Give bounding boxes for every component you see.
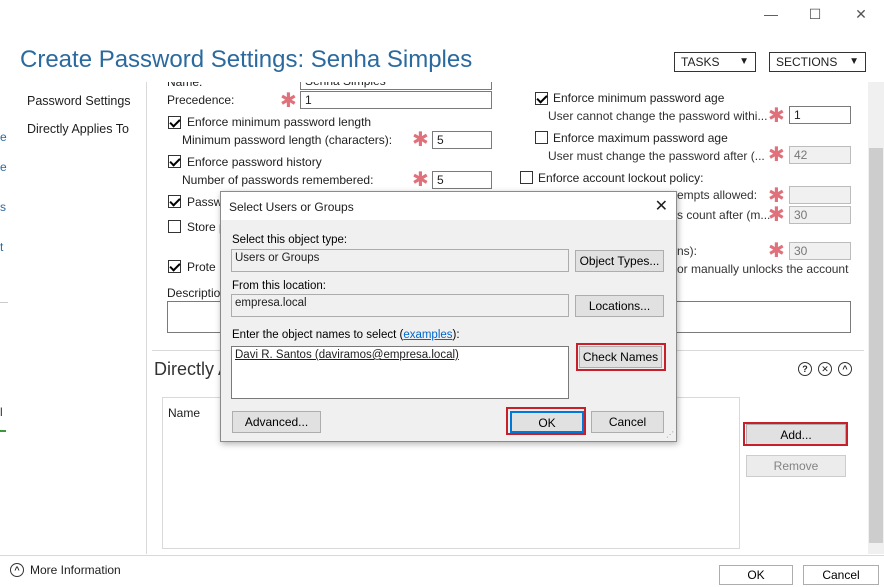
- nav-password-settings[interactable]: Password Settings: [27, 94, 131, 108]
- required-star-icon: ✱: [412, 169, 429, 191]
- complexity-checkbox[interactable]: [168, 195, 181, 208]
- close-icon[interactable]: ✕: [655, 196, 668, 216]
- min-length-field[interactable]: 5: [432, 131, 492, 149]
- lockout-duration-label: ns):: [677, 244, 698, 258]
- background-window-text: t: [0, 240, 4, 254]
- enforce-min-age-label: Enforce minimum password age: [553, 91, 725, 105]
- background-window-text: l: [0, 405, 3, 419]
- sections-dropdown[interactable]: SECTIONS ▼: [769, 52, 866, 72]
- protect-checkbox[interactable]: [168, 260, 181, 273]
- footer-cancel-button[interactable]: Cancel: [803, 565, 879, 585]
- attempts-label: empts allowed:: [677, 188, 758, 202]
- chevron-up-icon[interactable]: ^: [10, 563, 24, 577]
- advanced-button[interactable]: Advanced...: [232, 411, 321, 433]
- maximize-button[interactable]: ☐: [800, 4, 830, 24]
- divider: [0, 302, 8, 303]
- close-section-icon[interactable]: ✕: [818, 362, 832, 376]
- attempts-field[interactable]: [789, 186, 851, 204]
- scrollbar-thumb[interactable]: [869, 148, 883, 543]
- min-age-label: User cannot change the password withi...: [548, 109, 768, 123]
- min-age-field[interactable]: 1: [789, 106, 851, 124]
- protect-label: Prote: [187, 260, 216, 274]
- enforce-history-label: Enforce password history: [187, 155, 322, 169]
- required-star-icon: ✱: [768, 240, 785, 262]
- tasks-dropdown[interactable]: TASKS ▼: [674, 52, 756, 72]
- object-type-label: Select this object type:: [232, 234, 348, 246]
- background-window-text: e: [0, 160, 7, 174]
- required-star-icon: ✱: [768, 204, 785, 226]
- required-star-icon: ✱: [768, 144, 785, 166]
- lockout-duration-field[interactable]: 30: [789, 242, 851, 260]
- object-type-field: Users or Groups: [231, 249, 569, 272]
- name-column-header: Name: [168, 406, 201, 420]
- complexity-label: Passw: [187, 195, 223, 209]
- more-information-link[interactable]: More Information: [30, 563, 121, 577]
- lockout-checkbox[interactable]: [520, 171, 533, 184]
- check-names-highlight: [576, 343, 666, 371]
- history-count-label: Number of passwords remembered:: [182, 173, 374, 187]
- sections-label: SECTIONS: [776, 55, 838, 69]
- tasks-label: TASKS: [681, 55, 720, 69]
- help-icon[interactable]: ?: [798, 362, 812, 376]
- description-label: Descriptio: [167, 286, 221, 300]
- enforce-min-length-label: Enforce minimum password length: [187, 115, 372, 129]
- footer-ok-button[interactable]: OK: [719, 565, 793, 585]
- dialog-titlebar: Select Users or Groups ✕: [221, 192, 676, 220]
- directly-applies-title: Directly A: [154, 359, 231, 379]
- remove-button[interactable]: Remove: [746, 455, 846, 477]
- enforce-max-age-checkbox[interactable]: [535, 131, 548, 144]
- object-names-value: Davi R. Santos (daviramos@empresa.local): [235, 349, 459, 361]
- object-names-label-prefix: Enter the object names to select (: [232, 329, 404, 341]
- required-star-icon: ✱: [280, 90, 297, 112]
- locations-button[interactable]: Locations...: [575, 295, 664, 317]
- reset-counter-field[interactable]: 30: [789, 206, 851, 224]
- location-label: From this location:: [232, 280, 326, 292]
- store-reversible-checkbox[interactable]: [168, 220, 181, 233]
- required-star-icon: ✱: [768, 185, 785, 207]
- enforce-history-checkbox[interactable]: [168, 155, 181, 168]
- min-length-label: Minimum password length (characters):: [182, 133, 393, 147]
- manual-unlock-label: or manually unlocks the account: [677, 262, 849, 276]
- minimize-button[interactable]: —: [756, 4, 786, 24]
- nav-directly-applies-to[interactable]: Directly Applies To: [27, 122, 129, 136]
- required-star-icon: ✱: [768, 105, 785, 127]
- chevron-down-icon: ▼: [739, 56, 749, 67]
- dialog-title: Select Users or Groups: [229, 200, 354, 214]
- dialog-cancel-button[interactable]: Cancel: [591, 411, 664, 433]
- resize-grip-icon[interactable]: ⋰: [666, 430, 674, 439]
- ok-button-highlight: [506, 407, 586, 435]
- footer-divider: [0, 555, 884, 556]
- page-title: Create Password Settings: Senha Simples: [20, 46, 473, 73]
- precedence-field[interactable]: 1: [300, 91, 492, 109]
- history-count-field[interactable]: 5: [432, 171, 492, 189]
- max-age-field[interactable]: 42: [789, 146, 851, 164]
- add-button-highlight: [743, 422, 848, 446]
- object-names-label-suffix: ):: [452, 329, 460, 341]
- enforce-min-age-checkbox[interactable]: [535, 92, 548, 105]
- location-field: empresa.local: [231, 294, 569, 317]
- examples-link[interactable]: examples: [403, 329, 452, 341]
- precedence-label: Precedence:: [167, 93, 235, 107]
- background-window-text: e: [0, 130, 7, 144]
- select-users-dialog: Select Users or Groups ✕ Select this obj…: [220, 191, 677, 442]
- enforce-min-length-checkbox[interactable]: [168, 116, 181, 129]
- object-names-label: Enter the object names to select (exampl…: [232, 329, 460, 341]
- header-mask: [150, 72, 866, 82]
- background-window-text: s: [0, 200, 6, 214]
- object-names-textarea[interactable]: Davi R. Santos (daviramos@empresa.local): [231, 346, 569, 399]
- accent-line: [0, 430, 6, 432]
- object-types-button[interactable]: Object Types...: [575, 250, 664, 272]
- required-star-icon: ✱: [412, 129, 429, 151]
- content-divider: [146, 82, 147, 554]
- max-age-label: User must change the password after (...: [548, 149, 765, 163]
- enforce-max-age-label: Enforce maximum password age: [553, 131, 728, 145]
- collapse-icon[interactable]: ^: [838, 362, 852, 376]
- reset-counter-label: s count after (m...: [677, 208, 771, 222]
- close-window-button[interactable]: ✕: [846, 4, 876, 24]
- lockout-label: Enforce account lockout policy:: [538, 171, 704, 185]
- chevron-down-icon: ▼: [849, 56, 859, 67]
